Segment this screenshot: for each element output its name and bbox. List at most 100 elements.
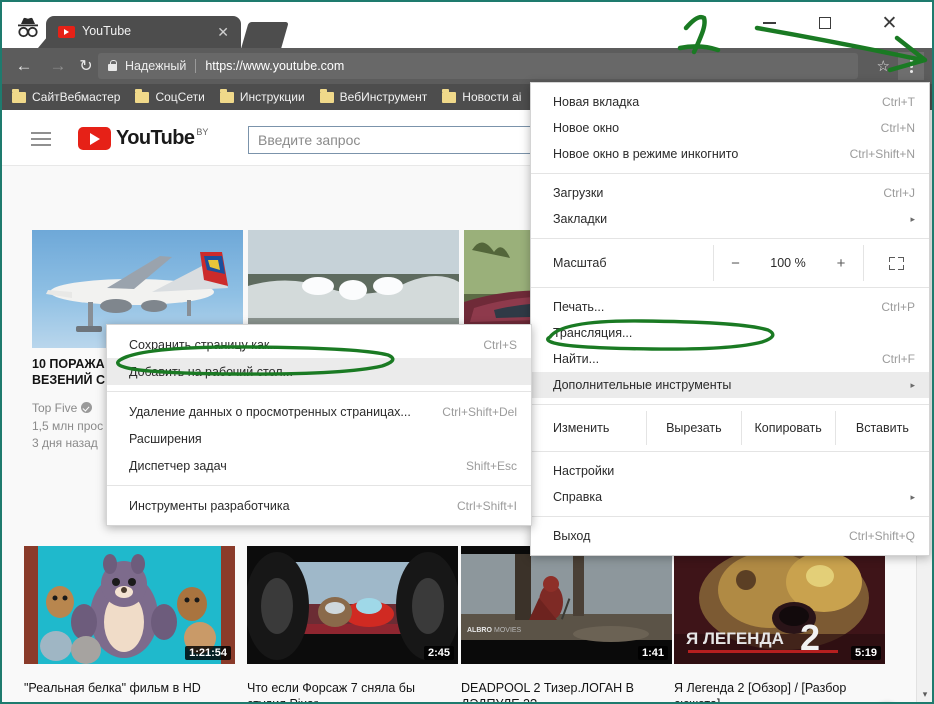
menu-label: Удаление данных о просмотренных страница… xyxy=(129,404,411,419)
paste-button[interactable]: Вставить xyxy=(834,411,929,445)
folder-icon xyxy=(12,89,26,103)
menu-accelerator: Ctrl+Shift+Q xyxy=(848,529,915,543)
forward-button[interactable]: → xyxy=(46,54,70,78)
bookmark-item[interactable]: СоцСети xyxy=(135,89,205,104)
submenu-item-task-manager[interactable]: Диспетчер задач Shift+Esc xyxy=(107,452,531,479)
submenu-arrow-icon: ▸ xyxy=(910,491,915,502)
menu-label: Справка xyxy=(553,490,603,504)
menu-accelerator: Ctrl+T xyxy=(882,95,915,109)
bookmark-item[interactable]: СайтВебмастер xyxy=(12,89,120,104)
menu-item-new-window[interactable]: Новое окно Ctrl+N xyxy=(531,115,929,141)
menu-accelerator: Shift+Esc xyxy=(465,458,517,473)
zoom-out-button[interactable]: − xyxy=(713,245,757,281)
trailer-video-title[interactable]: Что если Форсаж 7 сняла бы студия Pixar xyxy=(247,680,457,702)
menu-item-bookmarks[interactable]: Закладки ▸ xyxy=(531,206,929,232)
folder-icon xyxy=(219,89,234,103)
dot-icon xyxy=(909,59,913,62)
youtube-wordmark: YouTube xyxy=(116,127,195,149)
bookmark-label: Новости ai xyxy=(462,90,522,104)
menu-item-find[interactable]: Найти... Ctrl+F xyxy=(531,346,929,372)
burger-line xyxy=(31,132,51,134)
trailer-thumbnail-2[interactable]: 2:45 xyxy=(247,546,458,664)
menu-separator xyxy=(531,238,929,239)
bookmark-item[interactable]: Новости ai xyxy=(442,89,522,104)
trailer-thumbnail-1[interactable]: 1:21:54 xyxy=(24,546,235,664)
chrome-main-menu: Новая вкладка Ctrl+T Новое окно Ctrl+N Н… xyxy=(530,82,930,556)
channel-name: Top Five xyxy=(32,401,78,415)
reload-button[interactable]: ↻ xyxy=(74,54,98,78)
chrome-menu-button[interactable] xyxy=(898,52,924,80)
cut-button[interactable]: Вырезать xyxy=(646,411,740,445)
hamburger-menu-icon[interactable] xyxy=(31,132,51,150)
menu-label: Новая вкладка xyxy=(553,95,640,109)
menu-label: Печать... xyxy=(553,300,605,314)
menu-item-settings[interactable]: Настройки xyxy=(531,458,929,484)
submenu-item-clear-browsing-data[interactable]: Удаление данных о просмотренных страница… xyxy=(107,398,531,425)
menu-label: Расширения xyxy=(129,431,202,446)
fullscreen-icon xyxy=(889,256,904,270)
menu-label: Найти... xyxy=(553,352,600,366)
chevron-down-icon: ▾ xyxy=(922,688,928,699)
dot-icon xyxy=(909,64,913,68)
submenu-item-add-to-desktop[interactable]: Добавить на рабочий стол... xyxy=(107,358,531,385)
menu-separator xyxy=(107,485,531,486)
incognito-icon xyxy=(18,17,38,38)
menu-label: Закладки xyxy=(553,212,608,226)
submenu-item-save-page-as[interactable]: Сохранить страницу как... Ctrl+S xyxy=(107,331,531,358)
menu-separator xyxy=(107,391,531,392)
address-bar[interactable]: Надежный https://www.youtube.com xyxy=(98,53,858,79)
burger-line xyxy=(31,144,51,146)
back-button[interactable]: ← xyxy=(12,54,36,78)
menu-item-downloads[interactable]: Загрузки Ctrl+J xyxy=(531,180,929,206)
trailer-thumbnail-3[interactable]: ALBRO MOVIES 1:41 xyxy=(461,546,672,664)
bookmark-label: Инструкции xyxy=(239,90,305,104)
burger-line xyxy=(31,138,51,140)
menu-zoom-row: Масштаб − 100 % + xyxy=(531,245,929,281)
folder-icon xyxy=(135,89,150,103)
menu-separator xyxy=(531,404,929,405)
submenu-item-developer-tools[interactable]: Инструменты разработчика Ctrl+Shift+I xyxy=(107,492,531,519)
window-minimize-button[interactable] xyxy=(747,8,792,38)
trailer-video-title[interactable]: "Реальная белка" фильм в HD xyxy=(24,680,234,696)
menu-item-print[interactable]: Печать... Ctrl+P xyxy=(531,294,929,320)
menu-label: Диспетчер задач xyxy=(129,458,227,473)
menu-edit-row: Изменить Вырезать Копировать Вставить xyxy=(531,411,929,445)
zoom-in-button[interactable]: + xyxy=(819,245,863,281)
menu-item-new-tab[interactable]: Новая вкладка Ctrl+T xyxy=(531,89,929,115)
menu-item-exit[interactable]: Выход Ctrl+Shift+Q xyxy=(531,523,929,549)
bookmark-item[interactable]: Инструкции xyxy=(219,89,305,104)
close-icon: ✕ xyxy=(881,12,898,34)
browser-tab-youtube[interactable]: YouTube ✕ xyxy=(46,16,241,48)
bookmark-star-icon[interactable]: ☆ xyxy=(877,57,890,75)
country-code-label: BY xyxy=(196,127,209,137)
zoom-label: Масштаб xyxy=(553,256,607,270)
window-maximize-button[interactable] xyxy=(802,8,847,38)
arrow-right-icon: → xyxy=(49,56,67,75)
browser-window: YouTube ✕ ✕ ← → ↻ Надежный https://www.y… xyxy=(0,0,934,704)
trailer-video-title[interactable]: Я Легенда 2 [Обзор] / [Разбор сюжета] xyxy=(674,680,884,702)
menu-item-more-tools[interactable]: Дополнительные инструменты ▸ xyxy=(531,372,929,398)
trailer-thumbnail-4[interactable]: Я ЛЕГЕНДА 2 5:19 xyxy=(674,546,885,664)
trending-video-channel[interactable]: Top Five xyxy=(32,400,93,417)
menu-accelerator: Ctrl+Shift+N xyxy=(849,147,915,161)
menu-item-help[interactable]: Справка ▸ xyxy=(531,484,929,510)
url-text: https://www.youtube.com xyxy=(205,59,345,73)
new-tab-button[interactable] xyxy=(241,22,289,48)
window-close-button[interactable]: ✕ xyxy=(867,8,912,38)
menu-item-cast[interactable]: Трансляция... xyxy=(531,320,929,346)
submenu-item-extensions[interactable]: Расширения xyxy=(107,425,531,452)
youtube-logo[interactable]: YouTube BY xyxy=(78,127,208,150)
scroll-down-button[interactable]: ▾ xyxy=(917,686,932,702)
svg-text:MOVIES: MOVIES xyxy=(494,627,522,634)
bookmark-item[interactable]: ВебИнструмент xyxy=(319,89,427,104)
menu-accelerator: Ctrl+Shift+Del xyxy=(442,404,517,419)
trailer-video-title[interactable]: DEADPOOL 2 Тизер.ЛОГАН В ДЭДПУЛЕ 2? xyxy=(461,680,671,702)
tab-close-icon[interactable]: ✕ xyxy=(217,24,229,40)
fullscreen-button[interactable] xyxy=(863,245,929,281)
menu-label: Выход xyxy=(553,529,591,543)
menu-label: Новое окно xyxy=(553,121,620,135)
menu-item-new-incognito-window[interactable]: Новое окно в режиме инкогнито Ctrl+Shift… xyxy=(531,141,929,167)
youtube-favicon-icon xyxy=(58,26,75,38)
tab-title: YouTube xyxy=(82,24,132,38)
copy-button[interactable]: Копировать xyxy=(740,411,835,445)
